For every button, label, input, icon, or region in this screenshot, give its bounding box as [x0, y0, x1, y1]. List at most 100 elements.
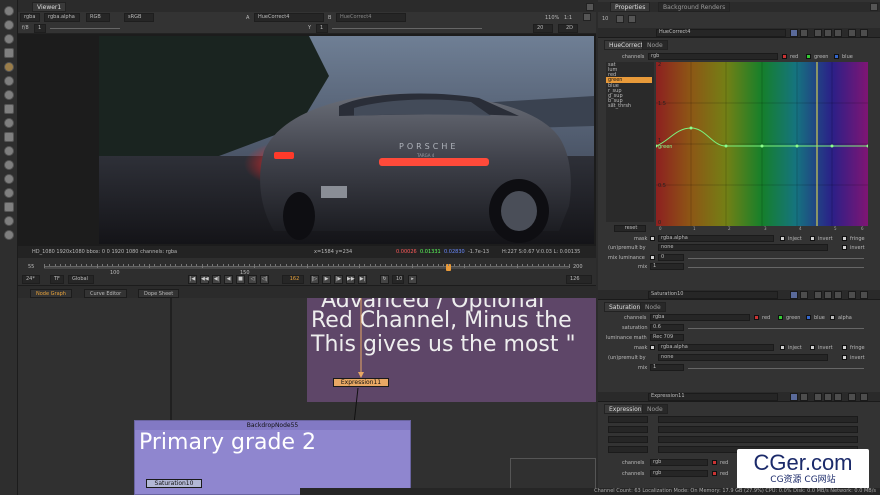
keyer-icon[interactable] — [4, 90, 14, 100]
max-panels[interactable]: 10 — [602, 16, 608, 22]
node-graph[interactable]: "Advanced / Optional Red Channel, Minus … — [18, 298, 596, 495]
saturation-name[interactable]: Saturation10 — [648, 291, 778, 299]
prev-key-button[interactable]: ◀◀ — [200, 275, 209, 284]
float-panel-button[interactable] — [800, 29, 808, 37]
furnace-icon[interactable] — [4, 216, 14, 226]
other-icon[interactable] — [4, 202, 14, 212]
expr-revert-button[interactable] — [814, 393, 822, 401]
expr-temp-name-3[interactable] — [608, 446, 648, 453]
sat-invert2-check[interactable] — [842, 355, 847, 360]
expr-temp-expr-0[interactable] — [658, 416, 858, 423]
expr-float-button[interactable] — [800, 393, 808, 401]
frame-field[interactable]: 20 — [533, 24, 553, 33]
tab-sat-node[interactable]: Node — [640, 302, 666, 312]
viewer-settings-button[interactable] — [583, 13, 591, 21]
expr-temp-name-1[interactable] — [608, 426, 648, 433]
hc-mask-select[interactable]: rgba.alpha — [658, 235, 774, 242]
huecorrect-name[interactable]: HueCorrect4 — [656, 29, 786, 37]
tab-background-renders[interactable]: Background Renders — [658, 2, 731, 12]
reset-button[interactable]: reset — [614, 225, 646, 232]
expr-redo-button[interactable] — [834, 393, 842, 401]
sat-saturation-field[interactable]: 0.6 — [650, 324, 684, 331]
expr-channels-select-1[interactable]: rgb — [650, 459, 708, 466]
loop-button[interactable]: ↻ — [380, 275, 389, 284]
draw-icon[interactable] — [4, 20, 14, 30]
ratio-value[interactable]: 1:1 — [564, 15, 572, 21]
tab-expr-node[interactable]: Node — [642, 404, 668, 414]
gamma-slider[interactable] — [332, 28, 482, 29]
step-field[interactable]: 10 — [392, 275, 404, 284]
lock-icon[interactable] — [616, 15, 624, 23]
expr-close-button[interactable] — [860, 393, 868, 401]
hc-red-check[interactable] — [782, 54, 787, 59]
close-icon[interactable] — [586, 3, 594, 11]
sat-undo-button[interactable] — [824, 291, 832, 299]
hue-curve-svg[interactable]: 2 1.5 1 0.5 0 green 0 1 2 3 4 5 6 — [654, 62, 870, 231]
tab-node-graph[interactable]: Node Graph — [30, 289, 72, 298]
expression-header[interactable]: Expression11 — [598, 392, 880, 402]
sat-inject-check[interactable] — [780, 345, 785, 350]
undo-button[interactable] — [824, 29, 832, 37]
sat-revert-button[interactable] — [814, 291, 822, 299]
sat-green-check[interactable] — [778, 315, 783, 320]
input-a-select[interactable]: HueCorrect4 — [254, 13, 324, 22]
sat-alpha-check[interactable] — [830, 315, 835, 320]
range-select[interactable]: Global — [68, 275, 94, 284]
sat-help-button[interactable] — [848, 291, 856, 299]
colorspace-select[interactable]: sRGB — [124, 13, 154, 22]
step-back-button[interactable]: ◀| — [212, 275, 221, 284]
sat-float-button[interactable] — [800, 291, 808, 299]
expr-red-check-1[interactable] — [712, 460, 717, 465]
display-select[interactable]: RGB — [86, 13, 110, 22]
transform-icon[interactable] — [4, 118, 14, 128]
close-icon[interactable] — [870, 3, 878, 11]
play-button[interactable]: ▶ — [322, 275, 331, 284]
fps-select[interactable]: 24* — [22, 275, 40, 284]
expression-node[interactable]: Expression11 — [333, 378, 389, 387]
zoom-value[interactable]: 110% — [545, 15, 559, 21]
first-frame-button[interactable]: |◀ — [188, 275, 197, 284]
revert-button[interactable] — [814, 29, 822, 37]
sat-mask-select[interactable]: rgba.alpha — [658, 344, 774, 351]
expr-channels-select-2[interactable]: rgb — [650, 470, 708, 477]
skip-button[interactable]: ▸ — [408, 275, 417, 284]
tab-viewer[interactable]: Viewer1 — [32, 2, 67, 12]
expr-temp-name-2[interactable] — [608, 436, 648, 443]
viewer-viewport[interactable]: PORSCHE TARGA 4 — [18, 34, 596, 246]
timeline-scrubber[interactable] — [44, 264, 570, 271]
sat-blue-check[interactable] — [806, 315, 811, 320]
color-icon[interactable] — [4, 62, 14, 72]
gain-field[interactable]: 1 — [34, 24, 46, 33]
prev-frame-button[interactable]: ◁| — [260, 275, 269, 284]
sat-red-check[interactable] — [754, 315, 759, 320]
channel-icon[interactable] — [4, 48, 14, 58]
tab-expression[interactable]: Expression — [604, 404, 647, 414]
expr-temp-expr-1[interactable] — [658, 426, 858, 433]
gamma-field[interactable]: 1 — [316, 24, 328, 33]
hc-invert-check[interactable] — [810, 236, 815, 241]
expr-node-color-button[interactable] — [790, 393, 798, 401]
hc-inject-check[interactable] — [780, 236, 785, 241]
tab-hc-node[interactable]: Node — [642, 40, 668, 50]
sat-close-button[interactable] — [860, 291, 868, 299]
hc-mix-field[interactable]: 1 — [650, 263, 684, 270]
next-frame-button[interactable]: |▷ — [310, 275, 319, 284]
hc-blue-check[interactable] — [834, 54, 839, 59]
read-node-icon[interactable] — [4, 6, 14, 16]
sat-mix-slider[interactable] — [688, 368, 864, 369]
tab-properties[interactable]: Properties — [610, 2, 651, 12]
sat-node-color-button[interactable] — [790, 291, 798, 299]
input-b-select[interactable]: HueCorrect4 — [336, 13, 406, 22]
gain-slider[interactable] — [50, 28, 120, 29]
curve-sat-thrsh[interactable]: sat_thrsh — [608, 103, 631, 109]
tab-curve-editor[interactable]: Curve Editor — [84, 289, 128, 298]
hc-fringe-check[interactable] — [842, 236, 847, 241]
last-frame-button[interactable]: ▶| — [358, 275, 367, 284]
hc-mixlum-slider[interactable] — [688, 258, 864, 259]
hue-curve-editor[interactable]: 2 1.5 1 0.5 0 green 0 1 2 3 4 5 6 — [654, 62, 870, 231]
close-panel-button[interactable] — [860, 29, 868, 37]
sat-unpremult-select[interactable]: none — [658, 354, 828, 361]
expr-temp-name-0[interactable] — [608, 416, 648, 423]
views-icon[interactable] — [4, 146, 14, 156]
expr-undo-button[interactable] — [824, 393, 832, 401]
